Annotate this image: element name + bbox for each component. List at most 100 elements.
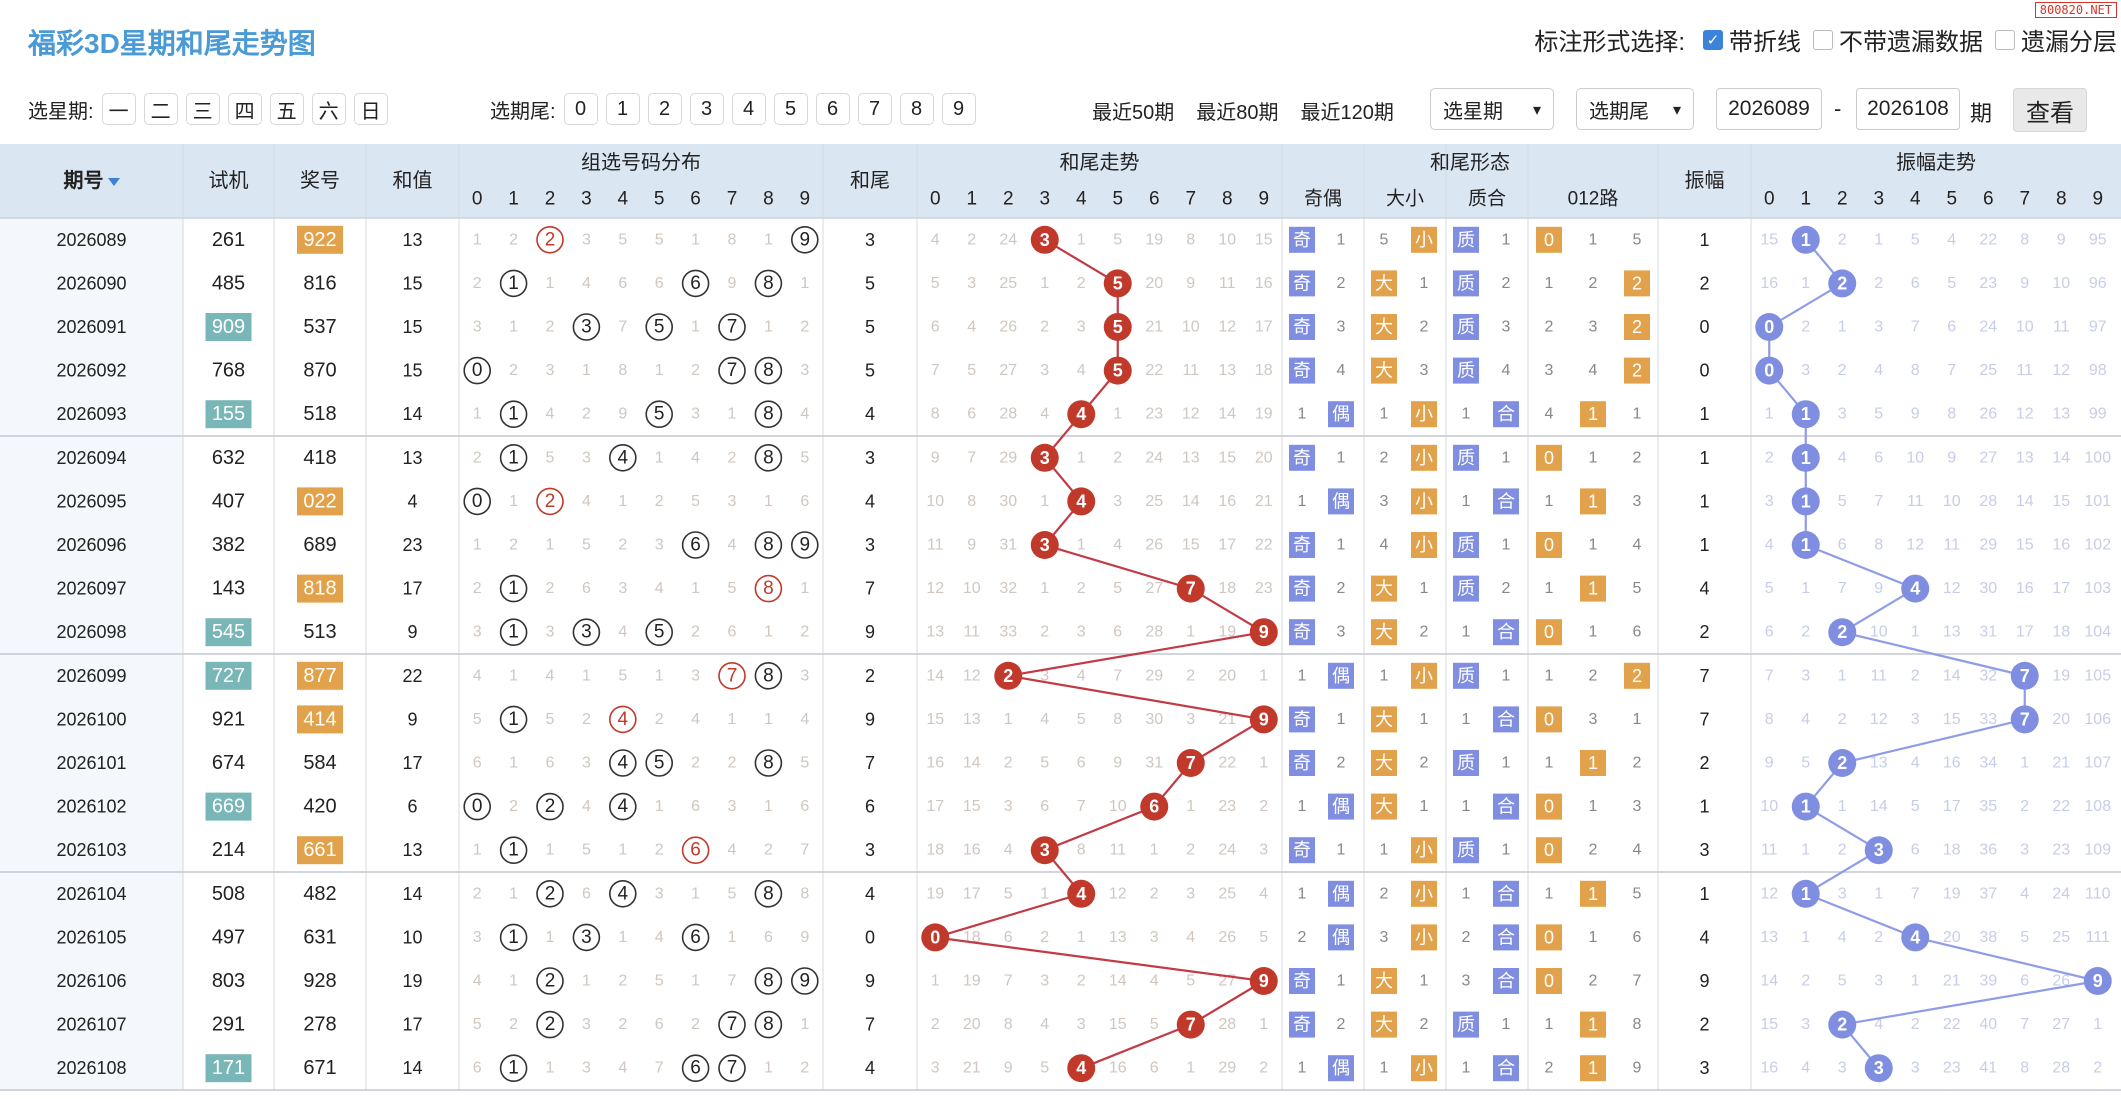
tail-omission: 11	[927, 537, 944, 554]
tail-button[interactable]: 0	[563, 93, 598, 125]
omission-number: 6	[728, 624, 737, 641]
tail-omission: 32	[999, 580, 1017, 597]
select-value: 选期尾	[1589, 100, 1649, 123]
site-brand[interactable]: 800820.NET	[2034, 2, 2117, 18]
amplitude-digit-header: 1	[1800, 189, 1811, 210]
prize-number: 877	[303, 665, 336, 687]
amplitude-omission: 8	[1947, 406, 1956, 423]
amplitude-omission: 6	[1911, 842, 1920, 859]
weekday-button[interactable]: 五	[269, 93, 304, 125]
weekday-button[interactable]: 一	[101, 93, 136, 125]
tail-ball-number: 7	[1186, 579, 1196, 599]
omission-number: 5	[728, 885, 737, 902]
tail-button[interactable]: 2	[647, 93, 682, 125]
tail-button[interactable]: 6	[815, 93, 850, 125]
amplitude-omission: 8	[1874, 537, 1883, 554]
amplitude-omission: 11	[1943, 537, 1960, 554]
omission-number: 2	[655, 842, 664, 859]
amplitude-omission: 10	[1760, 798, 1778, 815]
sum-value: 17	[402, 1015, 422, 1035]
distribution-digit-header: 9	[800, 189, 811, 210]
from-period-input[interactable]: 2026089	[1716, 88, 1822, 130]
tail-omission: 6	[1113, 624, 1122, 641]
weekday-button[interactable]: 四	[227, 93, 262, 125]
trial-number: 768	[212, 360, 245, 382]
prize-number: 513	[303, 621, 336, 643]
amplitude-omission: 15	[1943, 711, 1961, 728]
recent-50-link[interactable]: 最近50期	[1092, 96, 1174, 125]
view-button[interactable]: 查看	[2013, 88, 2087, 132]
weekday-button[interactable]: 六	[311, 93, 346, 125]
amplitude-omission: 15	[2052, 493, 2070, 510]
shape-omission: 1	[1298, 667, 1307, 684]
tail-omission: 2	[1040, 929, 1049, 946]
prize-number: 518	[303, 403, 336, 425]
tail-omission: 6	[931, 319, 940, 336]
amplitude-omission: 1	[1838, 319, 1847, 336]
tail-ball-number: 3	[1040, 448, 1050, 468]
distribution-digit-header: 3	[581, 189, 592, 210]
amplitude-ball-number: 7	[2020, 666, 2030, 686]
recent-80-link[interactable]: 最近80期	[1196, 96, 1278, 125]
tail-button[interactable]: 8	[899, 93, 934, 125]
tail-button[interactable]: 9	[941, 93, 976, 125]
tail-omission: 14	[963, 755, 981, 772]
amplitude-omission: 12	[1760, 885, 1778, 902]
tail-omission: 5	[1004, 885, 1013, 902]
tail-button[interactable]: 7	[857, 93, 892, 125]
shape-omission: 1	[1337, 231, 1346, 248]
tail-omission: 4	[1113, 537, 1122, 554]
checkbox-icon[interactable]: ✓	[1703, 29, 1723, 50]
amplitude-omission: 13	[2016, 449, 2034, 466]
checkbox-icon[interactable]	[1813, 29, 1833, 50]
option-polyline[interactable]: ✓ 带折线	[1703, 22, 1801, 57]
shape-symbol: 奇	[1293, 273, 1311, 293]
shape-symbol: 小	[1415, 840, 1433, 860]
tail-select[interactable]: 选期尾 ▾	[1576, 88, 1694, 130]
weekday-button[interactable]: 日	[353, 93, 388, 125]
route-omission: 6	[1633, 624, 1642, 641]
amplitude-ball-number: 2	[1837, 753, 1847, 773]
tail-omission: 26	[1145, 537, 1163, 554]
route-hit: 1	[1588, 753, 1598, 773]
tail-omission: 8	[931, 406, 940, 423]
tail-button[interactable]: 4	[731, 93, 766, 125]
amplitude-omission: 28	[1979, 493, 1997, 510]
amplitude-omission: 3	[1801, 362, 1810, 379]
trial-number: 727	[212, 665, 245, 687]
route-omission: 2	[1633, 449, 1642, 466]
tail-ball-number: 9	[1259, 709, 1269, 729]
tail-omission: 22	[1255, 537, 1273, 554]
amplitude-omission: 9	[1947, 449, 1956, 466]
hit-digit: 8	[763, 535, 774, 556]
amplitude-omission: 6	[1838, 537, 1847, 554]
option-omission-layer[interactable]: 遗漏分层	[1995, 22, 2117, 57]
shape-omission: 2	[1502, 275, 1511, 292]
omission-number: 5	[546, 449, 555, 466]
weekday-button[interactable]: 二	[143, 93, 178, 125]
shape-symbol: 小	[1415, 1058, 1433, 1078]
tail-omission: 10	[1109, 798, 1127, 815]
weekday-button[interactable]: 三	[185, 93, 220, 125]
hit-digit: 1	[508, 404, 519, 425]
option-no-omission[interactable]: 不带遗漏数据	[1813, 22, 1983, 57]
shape-omission: 1	[1462, 1060, 1471, 1077]
route-omission: 4	[1633, 842, 1642, 859]
tail-button[interactable]: 1	[605, 93, 640, 125]
recent-120-link[interactable]: 最近120期	[1301, 96, 1394, 125]
to-period-input[interactable]: 2026108	[1856, 88, 1960, 130]
sum-value: 22	[402, 666, 422, 686]
amplitude-omission: 5	[1801, 755, 1810, 772]
omission-number: 1	[728, 406, 737, 423]
amplitude-omission: 12	[1870, 711, 1888, 728]
checkbox-icon[interactable]	[1995, 29, 2015, 50]
weekday-select[interactable]: 选星期 ▾	[1430, 88, 1554, 130]
period-cell: 2026094	[56, 448, 126, 468]
tail-value: 3	[865, 230, 875, 250]
amplitude-omission: 109	[2084, 842, 2111, 859]
prize-number: 418	[303, 447, 336, 469]
tail-omission: 1	[1113, 406, 1122, 423]
tail-button[interactable]: 5	[773, 93, 808, 125]
tail-button[interactable]: 3	[689, 93, 724, 125]
amplitude-omission: 2	[1838, 231, 1847, 248]
